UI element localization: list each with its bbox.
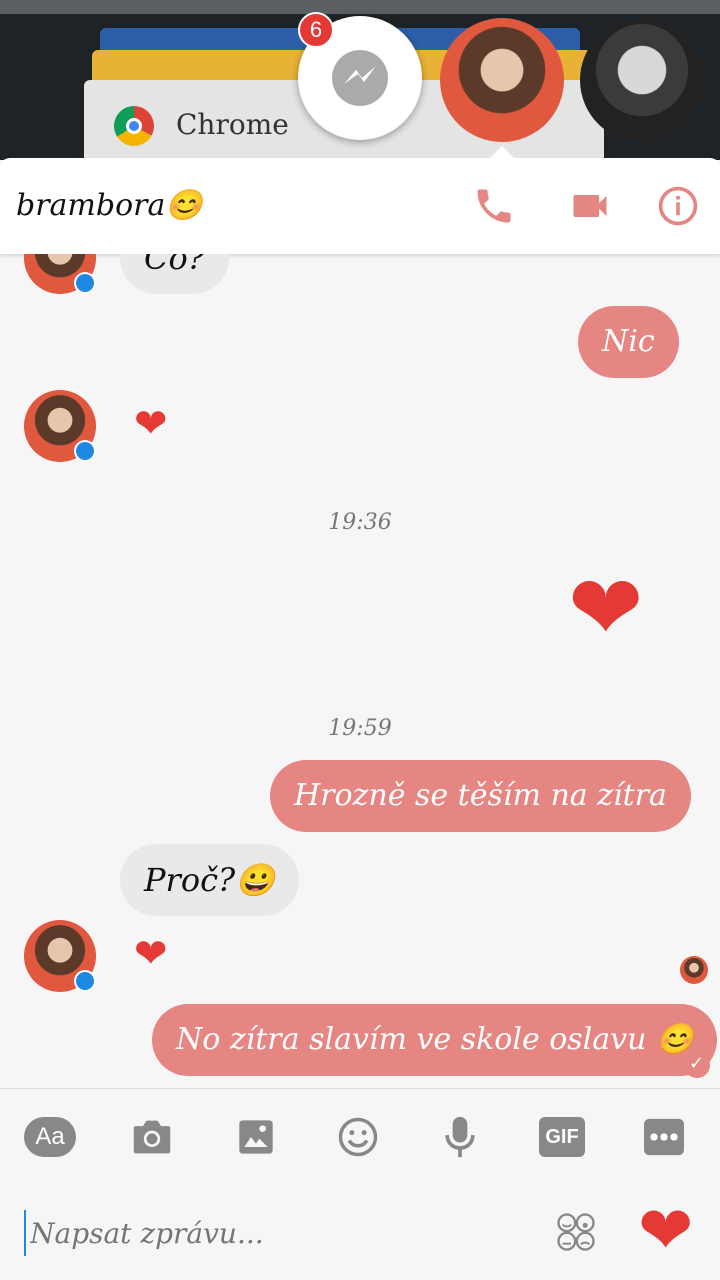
voice-message-button[interactable] <box>434 1115 486 1159</box>
more-icon <box>644 1118 684 1156</box>
phone-call-icon[interactable] <box>472 184 516 228</box>
gif-button[interactable]: GIF <box>536 1115 588 1159</box>
text-format-icon: Aa <box>24 1117 76 1157</box>
message-outgoing[interactable]: Hrozně se těším na zítra <box>270 760 691 832</box>
recent-app-label: Chrome <box>176 108 289 141</box>
message-outgoing[interactable]: No zítra slavím ve skole oslavu 😊 <box>152 1004 718 1076</box>
chrome-icon <box>114 106 154 146</box>
conversation-header: brambora😊 <box>0 158 720 254</box>
composer: ❤ <box>0 1182 720 1280</box>
stickers-button[interactable] <box>556 1212 596 1252</box>
emoji-button[interactable] <box>332 1115 384 1159</box>
microphone-icon <box>445 1116 475 1158</box>
delivered-check-icon <box>684 1052 710 1078</box>
messenger-badge-icon <box>74 272 96 294</box>
contact-name[interactable]: brambora😊 <box>16 188 203 223</box>
heart-reaction-icon[interactable]: ❤ <box>134 934 168 974</box>
send-heart-button[interactable]: ❤ <box>638 1198 693 1264</box>
text-format-button[interactable]: Aa <box>24 1115 76 1159</box>
message-list[interactable]: Co? Nic ❤ 19:36 ❤ 19:59 Hrozně se těším … <box>0 254 720 1088</box>
message-incoming[interactable]: Co? <box>120 254 229 294</box>
image-icon <box>239 1120 273 1154</box>
contact-avatar <box>24 254 96 294</box>
message-incoming[interactable]: Proč?😀 <box>120 844 300 916</box>
more-options-button[interactable] <box>638 1115 690 1159</box>
emoji-icon <box>338 1117 378 1157</box>
camera-button[interactable] <box>126 1115 178 1159</box>
message-input[interactable] <box>24 1210 532 1256</box>
video-call-icon[interactable] <box>568 184 612 228</box>
composer-toolbar: Aa GIF <box>0 1088 720 1183</box>
message-text: Proč?😀 <box>144 861 276 899</box>
chat-head-avatar[interactable] <box>580 18 704 142</box>
stickers-icon <box>557 1213 595 1251</box>
messenger-badge-icon <box>74 970 96 992</box>
contact-avatar <box>24 390 96 462</box>
timestamp: 19:36 <box>328 510 392 535</box>
chat-head-avatar-active[interactable] <box>440 18 564 142</box>
camera-icon <box>133 1120 171 1154</box>
unread-badge: 6 <box>298 12 334 48</box>
big-heart-icon[interactable]: ❤ <box>568 564 643 654</box>
info-icon[interactable] <box>656 184 700 228</box>
gallery-button[interactable] <box>230 1115 282 1159</box>
seen-avatar <box>680 956 708 984</box>
gif-icon: GIF <box>539 1117 585 1157</box>
status-bar <box>0 0 720 14</box>
messenger-icon <box>332 50 388 106</box>
heart-reaction-icon[interactable]: ❤ <box>134 404 168 444</box>
message-outgoing[interactable]: Nic <box>578 306 679 378</box>
contact-avatar <box>24 920 96 992</box>
messenger-badge-icon <box>74 440 96 462</box>
timestamp: 19:59 <box>328 716 392 741</box>
